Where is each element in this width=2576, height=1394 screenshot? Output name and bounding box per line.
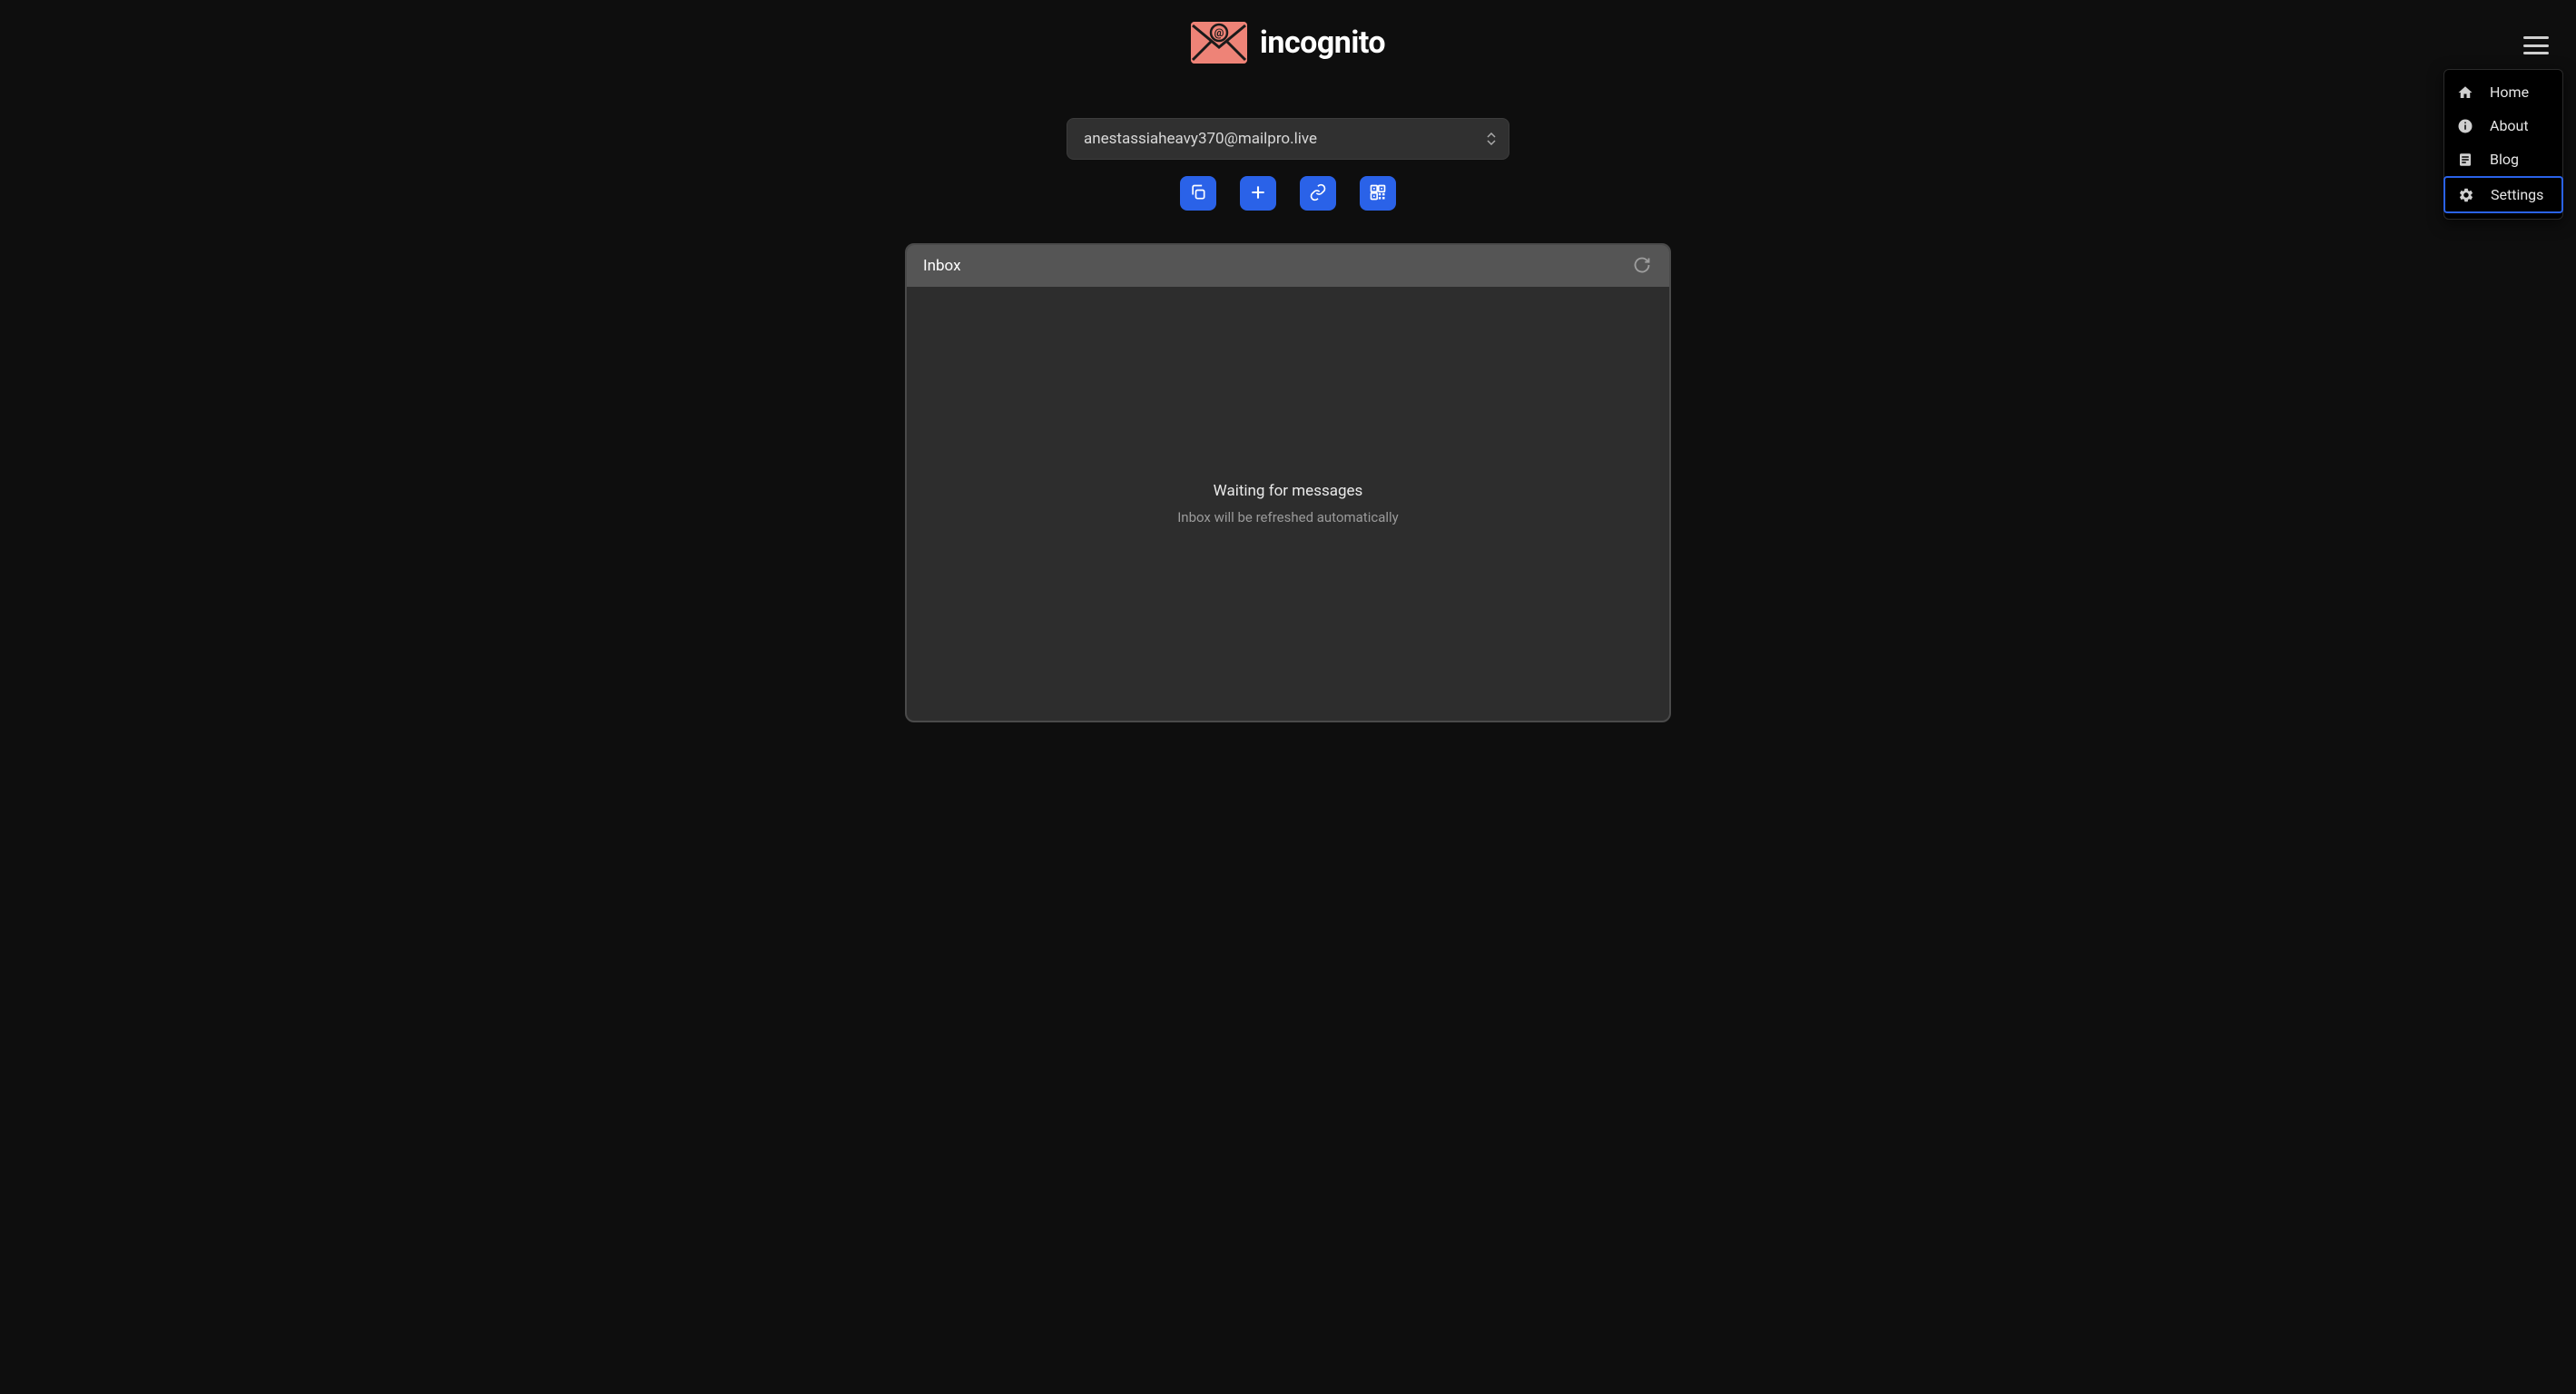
copy-button[interactable]	[1180, 176, 1216, 211]
hamburger-menu-button[interactable]	[2523, 36, 2549, 54]
info-icon	[2457, 118, 2473, 134]
add-button[interactable]	[1240, 176, 1276, 211]
header: @ incognito	[1191, 0, 1385, 80]
inbox-panel: Inbox Waiting for messages Inbox will be…	[905, 243, 1671, 722]
qr-button[interactable]	[1360, 176, 1396, 211]
menu-item-settings[interactable]: Settings	[2443, 176, 2563, 213]
email-selector[interactable]: anestassiaheavy370@mailpro.live	[1067, 118, 1509, 160]
waiting-title: Waiting for messages	[1214, 482, 1363, 500]
menu-item-label: Home	[2490, 83, 2529, 101]
logo-icon: @	[1191, 22, 1247, 64]
main-menu: Home About Blog Settings	[2443, 69, 2563, 220]
menu-item-about[interactable]: About	[2444, 109, 2562, 142]
inbox-body: Waiting for messages Inbox will be refre…	[907, 287, 1669, 721]
action-bar	[1180, 176, 1396, 211]
menu-item-label: About	[2490, 117, 2529, 134]
inbox-title: Inbox	[923, 257, 961, 275]
home-icon	[2457, 84, 2473, 101]
inbox-header: Inbox	[907, 245, 1669, 287]
refresh-button[interactable]	[1633, 256, 1653, 276]
brand-name: incognito	[1260, 25, 1385, 61]
qr-icon	[1369, 183, 1387, 204]
menu-item-label: Settings	[2491, 186, 2543, 203]
copy-icon	[1189, 183, 1207, 204]
plus-icon	[1249, 183, 1267, 204]
waiting-subtitle: Inbox will be refreshed automatically	[1177, 509, 1399, 525]
article-icon	[2457, 152, 2473, 168]
select-arrows-icon	[1487, 133, 1496, 145]
selected-email: anestassiaheavy370@mailpro.live	[1084, 130, 1317, 148]
link-button[interactable]	[1300, 176, 1336, 211]
gear-icon	[2458, 187, 2474, 203]
menu-item-home[interactable]: Home	[2444, 75, 2562, 109]
menu-item-label: Blog	[2490, 151, 2519, 168]
link-icon	[1309, 183, 1327, 204]
menu-item-blog[interactable]: Blog	[2444, 142, 2562, 176]
svg-text:@: @	[1214, 26, 1224, 39]
